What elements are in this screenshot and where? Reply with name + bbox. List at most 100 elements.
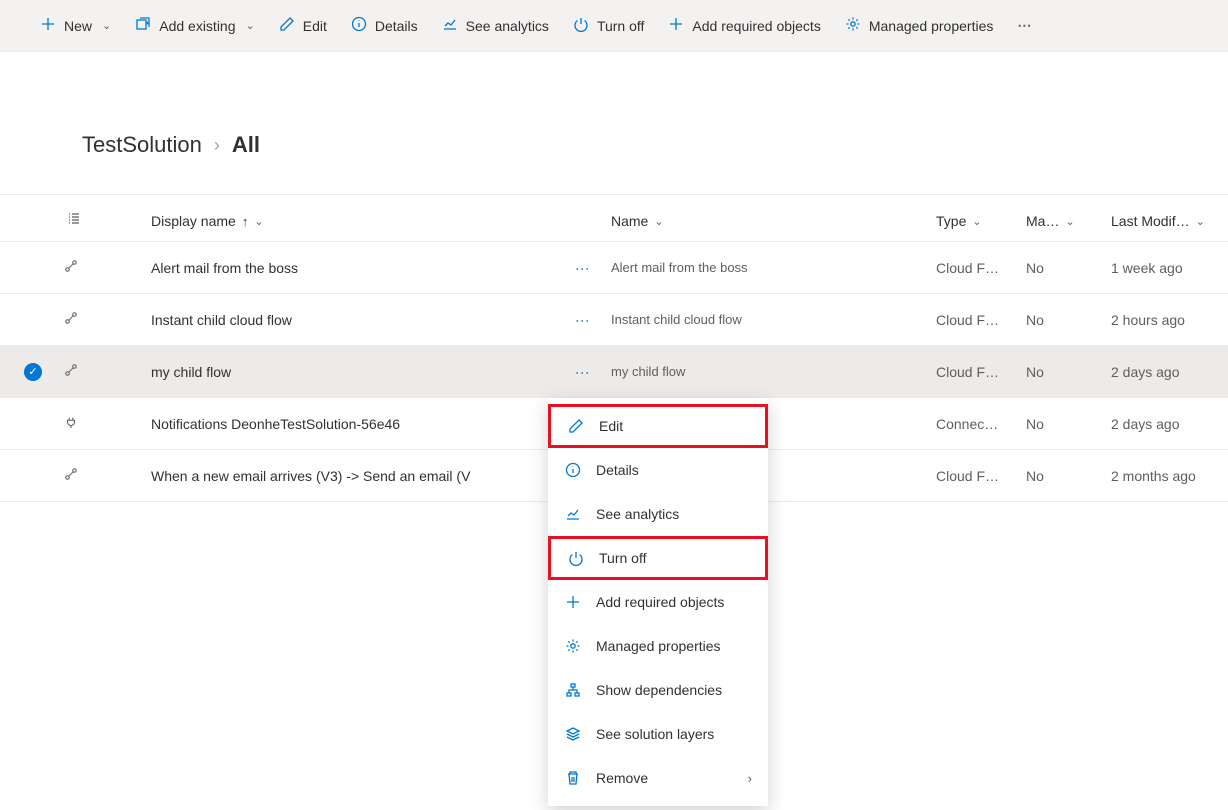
chevron-down-icon: ⌄ (246, 19, 255, 32)
pencil-icon (567, 418, 585, 434)
chart-icon (442, 16, 458, 35)
table-row[interactable]: Instant child cloud flow⋮Instant child c… (0, 294, 1228, 346)
cell-managed: No (1026, 260, 1111, 276)
gear-icon (564, 638, 582, 654)
plus-icon (668, 16, 684, 35)
cell-modified: 2 hours ago (1111, 312, 1228, 328)
info-icon (351, 16, 367, 35)
chart-icon (564, 506, 582, 522)
edit-label: Edit (303, 18, 327, 34)
row-more-button[interactable]: ⋮ (551, 262, 611, 274)
cell-modified: 2 days ago (1111, 364, 1228, 380)
trash-icon (564, 770, 582, 786)
column-managed[interactable]: Ma… ⌄ (1026, 213, 1111, 229)
turn-off-label: Turn off (597, 18, 644, 34)
cell-managed: No (1026, 416, 1111, 432)
cell-type: Cloud F… (936, 468, 1026, 484)
chevron-right-icon: › (748, 771, 752, 786)
add-existing-button[interactable]: Add existing ⌄ (135, 16, 255, 35)
power-icon (567, 550, 585, 566)
cell-modified: 1 week ago (1111, 260, 1228, 276)
flow-icon (60, 467, 106, 484)
turn-off-button[interactable]: Turn off (573, 16, 644, 35)
column-name[interactable]: Name ⌄ (611, 213, 936, 229)
overflow-button[interactable]: ⋯ (1017, 17, 1033, 34)
chevron-down-icon: ⌄ (254, 215, 263, 228)
row-more-button[interactable]: ⋮ (551, 314, 611, 326)
ctx-edit[interactable]: Edit (548, 404, 768, 448)
cell-managed: No (1026, 364, 1111, 380)
managed-properties-button[interactable]: Managed properties (845, 16, 994, 35)
ctx-details[interactable]: Details (548, 448, 768, 492)
context-menu: Edit Details See analytics Turn off Add … (548, 398, 768, 806)
ctx-see-analytics[interactable]: See analytics (548, 492, 768, 536)
new-label: New (64, 18, 92, 34)
breadcrumb-current: All (232, 132, 260, 158)
cell-modified: 2 days ago (1111, 416, 1228, 432)
plus-icon (40, 16, 56, 35)
sort-asc-icon: ↑ (242, 214, 249, 229)
chevron-down-icon: ⌄ (1196, 215, 1205, 228)
info-icon (564, 462, 582, 478)
check-icon[interactable] (24, 363, 42, 381)
ctx-turn-off[interactable]: Turn off (548, 536, 768, 580)
gear-icon (845, 16, 861, 35)
cell-managed: No (1026, 468, 1111, 484)
cell-display-name: my child flow (151, 364, 551, 380)
column-display-name[interactable]: Display name ↑ ⌄ (151, 213, 551, 229)
table-header: Display name ↑ ⌄ Name ⌄ Type ⌄ Ma… ⌄ Las… (0, 194, 1228, 242)
layers-icon (564, 726, 582, 742)
row-more-button[interactable]: ⋮ (551, 366, 611, 378)
add-required-button[interactable]: Add required objects (668, 16, 820, 35)
managed-properties-label: Managed properties (869, 18, 994, 34)
command-bar: New ⌄ Add existing ⌄ Edit Details See an… (0, 0, 1228, 52)
ctx-remove[interactable]: Remove › (548, 756, 768, 800)
ctx-managed-properties[interactable]: Managed properties (548, 624, 768, 668)
cell-type: Cloud F… (936, 364, 1026, 380)
cell-display-name: Alert mail from the boss (151, 260, 551, 276)
edit-button[interactable]: Edit (279, 16, 327, 35)
cell-display-name: Notifications DeonheTestSolution-56e46 (151, 416, 551, 432)
flow-icon (60, 363, 106, 380)
flow-icon (60, 259, 106, 276)
cell-display-name: When a new email arrives (V3) -> Send an… (151, 468, 551, 484)
cell-display-name: Instant child cloud flow (151, 312, 551, 328)
chevron-down-icon: ⌄ (1065, 215, 1074, 228)
plus-icon (564, 594, 582, 610)
more-icon: ⋯ (1017, 17, 1033, 34)
see-analytics-button[interactable]: See analytics (442, 16, 549, 35)
power-icon (573, 16, 589, 35)
breadcrumb: TestSolution › All (0, 132, 1228, 158)
chevron-down-icon: ⌄ (654, 215, 663, 228)
breadcrumb-root[interactable]: TestSolution (82, 132, 202, 158)
add-required-label: Add required objects (692, 18, 820, 34)
new-button[interactable]: New ⌄ (40, 16, 111, 35)
chevron-down-icon: ⌄ (972, 215, 981, 228)
cell-type: Cloud F… (936, 260, 1026, 276)
chevron-down-icon: ⌄ (102, 19, 111, 32)
add-existing-label: Add existing (159, 18, 235, 34)
pencil-icon (279, 16, 295, 35)
table-row[interactable]: my child flow⋮my child flowCloud F…No2 d… (0, 346, 1228, 398)
column-type[interactable]: Type ⌄ (936, 213, 1026, 229)
table-row[interactable]: Alert mail from the boss⋮Alert mail from… (0, 242, 1228, 294)
see-analytics-label: See analytics (466, 18, 549, 34)
chevron-right-icon: › (214, 135, 220, 156)
ctx-solution-layers[interactable]: See solution layers (548, 712, 768, 756)
add-existing-icon (135, 16, 151, 35)
flow-icon (60, 311, 106, 328)
details-label: Details (375, 18, 418, 34)
ctx-add-required[interactable]: Add required objects (548, 580, 768, 624)
column-last-modified[interactable]: Last Modif… ⌄ (1111, 213, 1228, 229)
cell-name: Instant child cloud flow (611, 312, 936, 327)
details-button[interactable]: Details (351, 16, 418, 35)
cell-type: Cloud F… (936, 312, 1026, 328)
cell-name: my child flow (611, 364, 936, 379)
cell-modified: 2 months ago (1111, 468, 1228, 484)
list-view-icon[interactable] (60, 211, 106, 232)
ctx-show-dependencies[interactable]: Show dependencies (548, 668, 768, 712)
hierarchy-icon (564, 682, 582, 698)
cell-managed: No (1026, 312, 1111, 328)
connector-icon (60, 415, 106, 432)
cell-type: Connec… (936, 416, 1026, 432)
